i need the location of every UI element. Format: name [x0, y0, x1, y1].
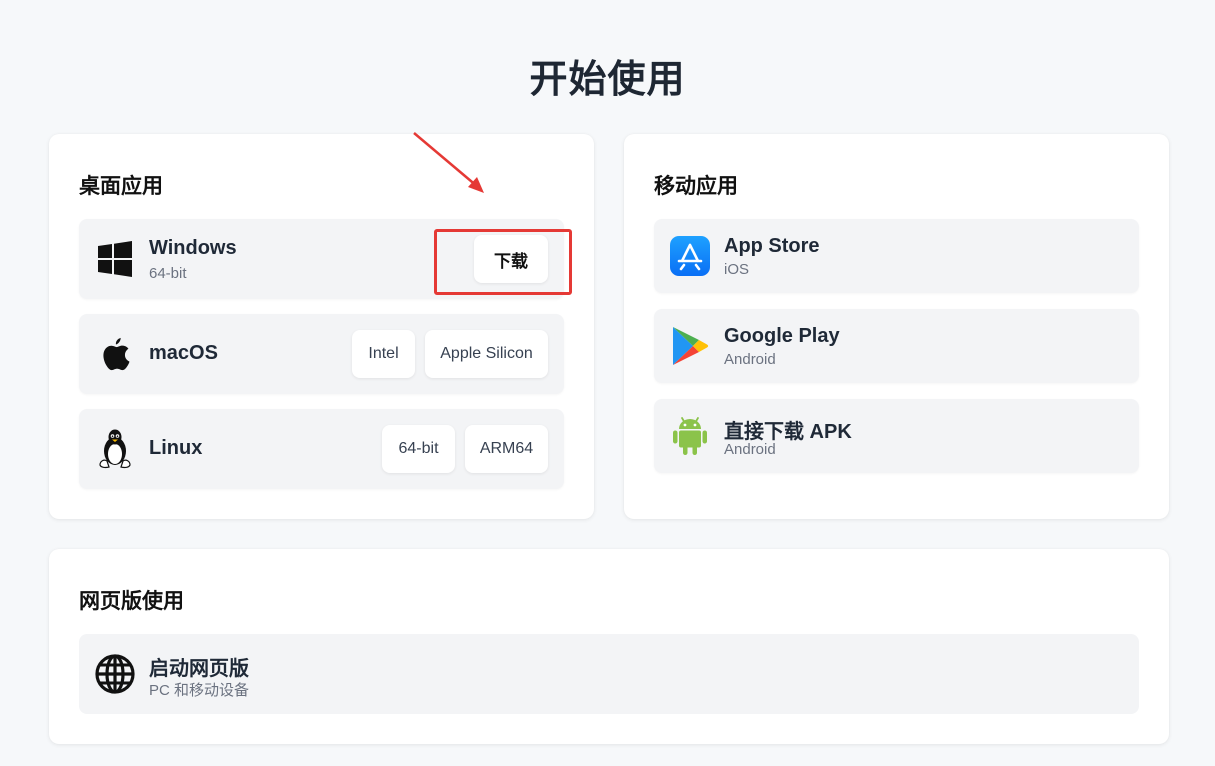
linux-icon	[93, 427, 137, 471]
desktop-apps-title: 桌面应用	[79, 175, 163, 198]
page-title: 开始使用	[529, 59, 686, 101]
linux-row: Linux 64-bit ARM64	[79, 409, 564, 489]
google-play-platform: Android	[724, 351, 776, 368]
desktop-apps-card: 桌面应用 Windows 64-bit 下载 macOS Intel Apple…	[49, 134, 594, 519]
apk-row[interactable]: 直接下载 APK Android	[654, 399, 1139, 473]
launch-web-row[interactable]: 启动网页版 PC 和移动设备	[79, 634, 1139, 714]
highlight-box	[434, 229, 572, 295]
linux-64bit-button[interactable]: 64-bit	[382, 425, 455, 473]
app-store-name: App Store	[724, 235, 820, 257]
macos-name: macOS	[149, 342, 218, 364]
mobile-apps-title: 移动应用	[654, 175, 738, 198]
launch-web-name: 启动网页版	[149, 658, 249, 680]
app-store-row[interactable]: App Store iOS	[654, 219, 1139, 293]
google-play-row[interactable]: Google Play Android	[654, 309, 1139, 383]
android-icon	[668, 414, 712, 458]
linux-name: Linux	[149, 437, 203, 459]
windows-icon	[93, 237, 137, 281]
app-store-platform: iOS	[724, 261, 750, 278]
mobile-apps-card: 移动应用 App Store iOS Google Play Android 直…	[624, 134, 1169, 519]
linux-arm64-button[interactable]: ARM64	[465, 425, 548, 473]
apk-name: 直接下载 APK	[724, 421, 852, 443]
apk-platform: Android	[724, 441, 776, 458]
globe-icon	[93, 652, 137, 696]
apple-icon	[93, 332, 137, 376]
app-store-icon	[668, 234, 712, 278]
annotation-arrow	[413, 132, 484, 193]
macos-apple-silicon-button[interactable]: Apple Silicon	[425, 330, 548, 378]
macos-intel-button[interactable]: Intel	[352, 330, 415, 378]
google-play-name: Google Play	[724, 325, 840, 347]
web-title: 网页版使用	[79, 590, 184, 613]
launch-web-sub: PC 和移动设备	[149, 682, 250, 699]
google-play-icon	[668, 324, 712, 368]
macos-row: macOS Intel Apple Silicon	[79, 314, 564, 394]
windows-name: Windows	[149, 237, 237, 259]
web-card: 网页版使用 启动网页版 PC 和移动设备	[49, 549, 1169, 744]
windows-arch: 64-bit	[149, 265, 187, 282]
